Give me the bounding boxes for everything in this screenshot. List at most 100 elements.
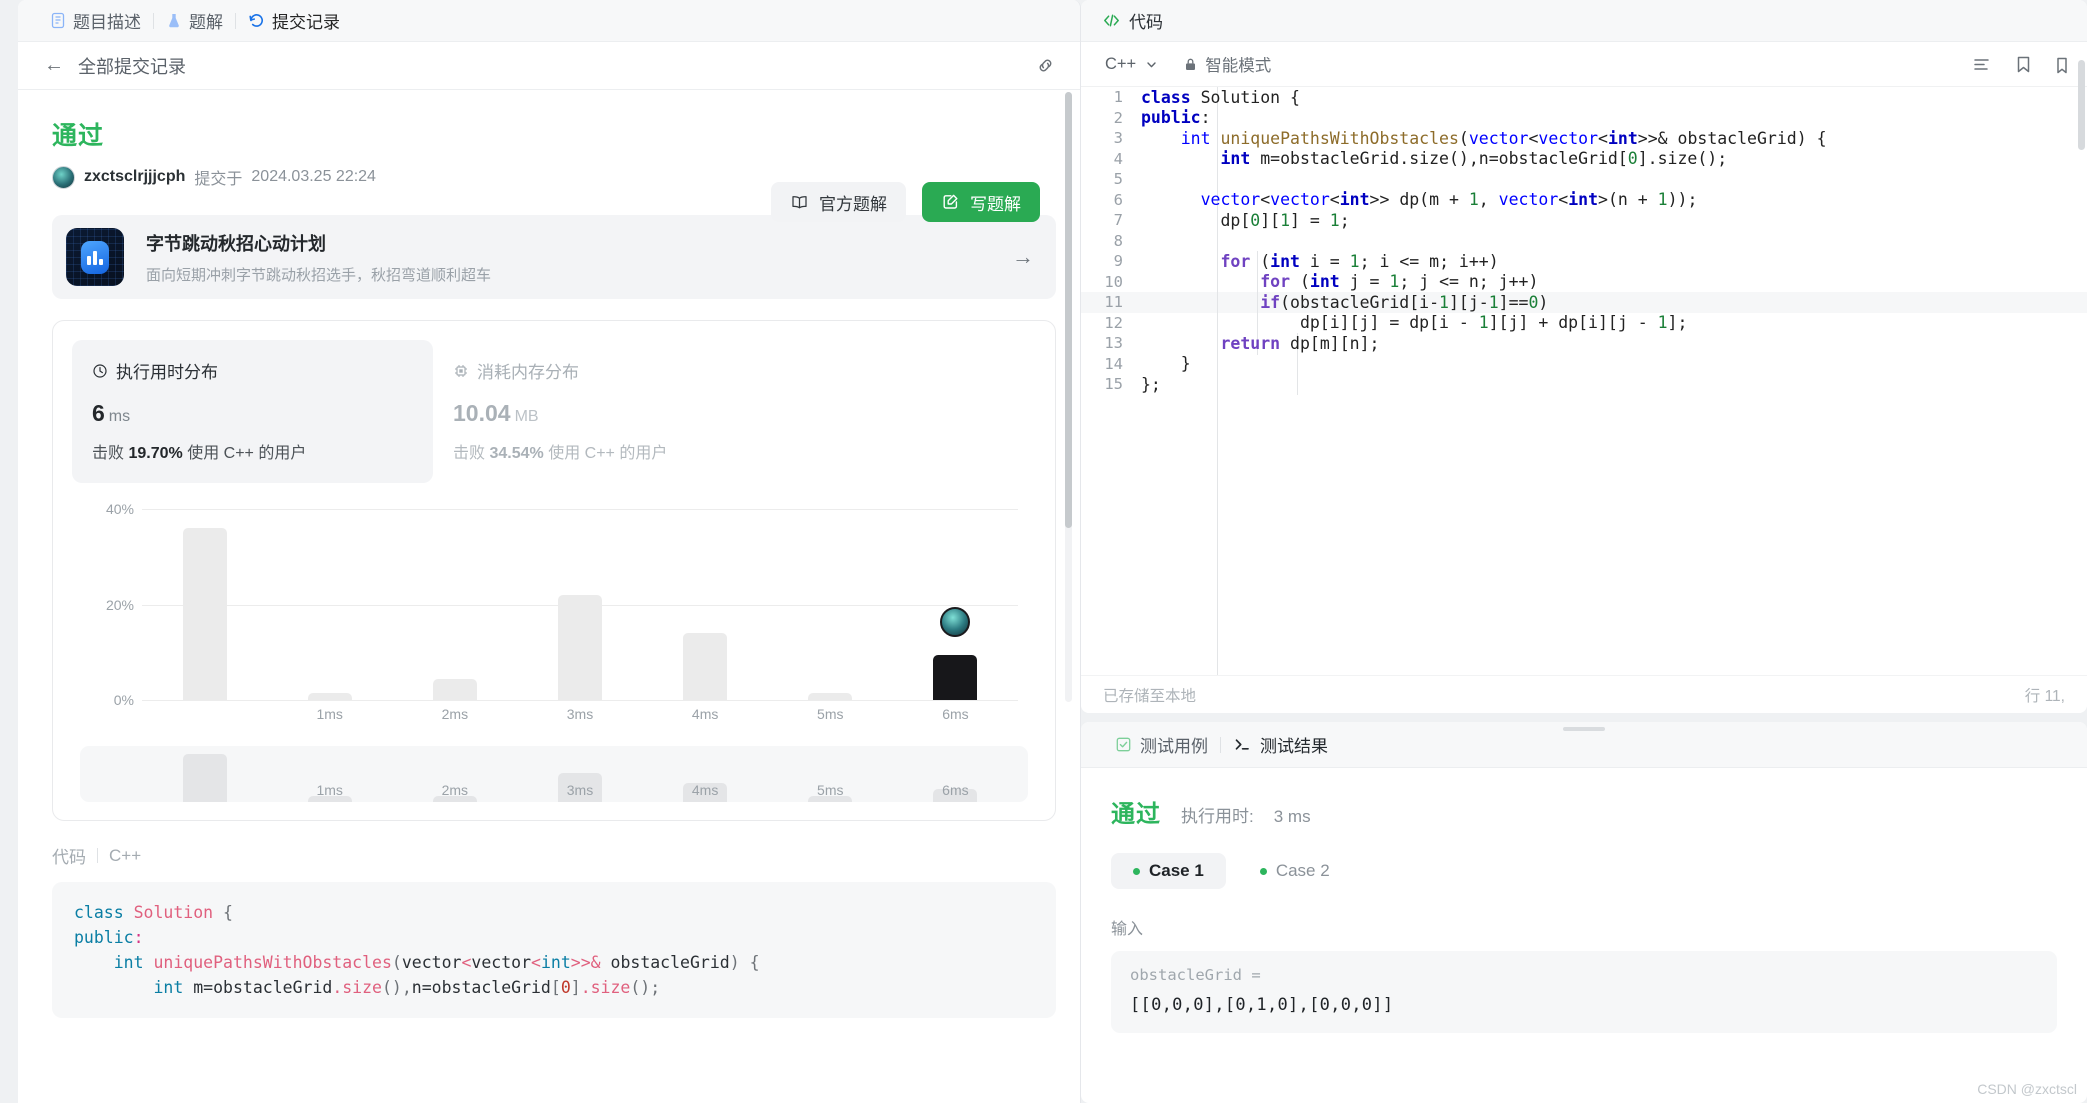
runtime-stat-title: 执行用时分布 <box>116 363 218 382</box>
tab-solutions[interactable]: 题解 <box>154 8 235 33</box>
memory-unit: MB <box>514 408 539 425</box>
editor-line[interactable]: 12 dp[i][j] = dp[i - 1][j] + dp[i][j - 1… <box>1081 313 2087 334</box>
tab-label: 测试结果 <box>1260 737 1328 756</box>
chart-bar[interactable] <box>557 594 602 700</box>
code-token: int <box>1180 128 1221 148</box>
editor-line-content[interactable]: int m=obstacleGrid.size(),n=obstacleGrid… <box>1141 149 1727 168</box>
chart-bar[interactable] <box>432 678 477 700</box>
case-tab-1[interactable]: Case 1 <box>1111 853 1226 889</box>
bookmark-icon[interactable] <box>2014 54 2033 75</box>
editor-line[interactable]: 14 } <box>1081 354 2087 375</box>
editor-line[interactable]: 13 return dp[m][n]; <box>1081 333 2087 354</box>
editor-line[interactable]: 7 dp[0][1] = 1; <box>1081 210 2087 231</box>
link-icon[interactable] <box>1035 55 1056 76</box>
code-token: vector <box>1270 190 1330 210</box>
code-line: public: <box>74 925 1034 950</box>
editor-line[interactable]: 10 for (int j = 1; j <= n; j++) <box>1081 272 2087 293</box>
code-editor[interactable]: 1 class Solution {2 public: 3 int uniquePat… <box>1081 87 2087 675</box>
case-tab-2[interactable]: Case 2 <box>1238 853 1352 889</box>
editor-line-content[interactable]: vector<vector<int>> dp(m + 1, vector<int… <box>1141 190 1698 210</box>
code-token: ( <box>1458 128 1469 148</box>
smart-mode-toggle[interactable]: 智能模式 <box>1184 52 1271 76</box>
arrow-right-icon[interactable]: → <box>1012 244 1034 270</box>
editor-line-content[interactable]: if(obstacleGrid[i-1][j-1]==0) <box>1141 293 1548 312</box>
chart-x-tick-label: 1ms <box>316 706 343 722</box>
editor-line-content[interactable]: return dp[m][n]; <box>1141 334 1379 353</box>
chart-x-tick-label: 3ms <box>566 706 594 722</box>
code-token: m=obstacleGrid.size(),n=obstacleGrid[ <box>1260 149 1628 169</box>
chart-y-tick-label: 20% <box>105 596 134 613</box>
editor-line[interactable]: 15}; <box>1081 374 2087 395</box>
runtime-stat-box[interactable]: 执行用时分布 6 ms 击败 19.70% 使用 C++ 的用户 <box>72 340 433 483</box>
chart-minimap-scrubber[interactable]: 1ms 2ms 3ms 4ms 5ms 6ms <box>80 746 1028 802</box>
code-token: (), <box>381 978 412 998</box>
editor-line-content[interactable]: int uniquePathsWithObstacles(vector<vect… <box>1141 129 1827 148</box>
input-value-box[interactable]: obstacleGrid = [[0,0,0],[0,1,0],[0,0,0]] <box>1111 951 2057 1033</box>
history-icon <box>248 12 265 29</box>
code-token: ( <box>391 953 402 973</box>
minimap-bar[interactable] <box>182 754 227 802</box>
language-selector[interactable]: C++ <box>1105 55 1158 74</box>
editor-line-content[interactable]: public: <box>1141 108 1211 127</box>
submission-username[interactable]: zxctsclrjjjcph <box>84 168 185 186</box>
editor-line-content[interactable]: } <box>1141 354 1191 373</box>
tab-test-results[interactable]: 测试结果 <box>1221 732 1340 757</box>
editor-line[interactable]: 6 vector<vector<int>> dp(m + 1, vector<i… <box>1081 190 2087 211</box>
language-value: C++ <box>1105 54 1137 73</box>
tab-problem-description[interactable]: 题目描述 <box>38 8 153 33</box>
tab-test-cases[interactable]: 测试用例 <box>1103 732 1220 757</box>
code-panel-title: 代码 <box>1129 13 1163 32</box>
editor-line[interactable]: 11 if(obstacleGrid[i-1][j-1]==0) <box>1081 292 2087 313</box>
code-token: >>& <box>1637 128 1678 148</box>
memory-stat-title: 消耗内存分布 <box>477 363 579 382</box>
editor-line-content[interactable]: }; <box>1141 375 1161 394</box>
editor-line[interactable]: 1 class Solution { <box>1081 87 2087 108</box>
chart-bar[interactable] <box>307 692 352 700</box>
chart-bar-slot <box>142 509 267 700</box>
promo-text: 字节跳动秋招心动计划 面向短期冲刺字节跳动秋招选手，秋招弯道顺利超车 <box>146 230 1012 285</box>
runtime-stat-header: 执行用时分布 <box>92 358 413 383</box>
chart-bar[interactable] <box>683 633 728 700</box>
editor-line[interactable]: 8 <box>1081 231 2087 252</box>
submitted-code-block[interactable]: class Solution {public: int uniquePathsW… <box>52 882 1056 1019</box>
button-label: 官方题解 <box>819 194 887 214</box>
panel-resize-handle[interactable] <box>1563 727 1605 731</box>
scrollbar-thumb[interactable] <box>1065 92 1072 528</box>
chart-gridline <box>142 700 1018 701</box>
tab-submissions[interactable]: 提交记录 <box>236 8 352 33</box>
editor-line[interactable]: 9 for (int i = 1; i <= m; i++) <box>1081 251 2087 272</box>
promo-banner[interactable]: 字节跳动秋招心动计划 面向短期冲刺字节跳动秋招选手，秋招弯道顺利超车 → <box>52 215 1056 299</box>
editor-line-content[interactable]: for (int j = 1; j <= n; j++) <box>1141 272 1538 291</box>
stats-tabs: 执行用时分布 6 ms 击败 19.70% 使用 C++ 的用户 消耗内存分布 … <box>72 340 1036 483</box>
write-solution-button[interactable]: 写题解 <box>922 182 1040 222</box>
chip-icon <box>453 363 469 379</box>
editor-line-content[interactable]: for (int i = 1; i <= m; i++) <box>1141 251 1498 271</box>
editor-line-number: 7 <box>1113 211 1123 230</box>
editor-line-content[interactable]: class Solution { <box>1141 88 1300 107</box>
more-icon[interactable] <box>2055 55 2069 74</box>
format-icon[interactable] <box>1971 55 1992 74</box>
code-token: 1 <box>1349 251 1360 271</box>
editor-line[interactable]: 2 public: <box>1081 108 2087 129</box>
chart-bar-slot <box>768 509 893 700</box>
editor-line[interactable]: 3 int uniquePathsWithObstacles(vector<ve… <box>1081 128 2087 149</box>
editor-line-content[interactable]: dp[i][j] = dp[i - 1][j] + dp[i][j - 1]; <box>1141 313 1687 332</box>
official-solution-button[interactable]: 官方题解 <box>771 182 906 222</box>
editor-panel: 代码 C++ 智能模式 1 class Solution {2 public:… <box>1081 0 2087 1103</box>
back-to-all-submissions[interactable]: ← 全部提交记录 <box>44 53 186 79</box>
code-token: dp[m][n]; <box>1280 333 1380 353</box>
memory-stat-box[interactable]: 消耗内存分布 10.04 MB 击败 34.54% 使用 C++ 的用户 <box>433 340 794 483</box>
code-token: ] = <box>1290 210 1330 230</box>
editor-line-number: 6 <box>1113 190 1123 209</box>
runtime-value: 6 ms <box>92 400 413 427</box>
problem-tabs: 题目描述 题解 提交记录 <box>18 0 1080 42</box>
editor-line[interactable]: 4 int m=obstacleGrid.size(),n=obstacleGr… <box>1081 149 2087 170</box>
editor-line-content[interactable]: dp[0][1] = 1; <box>1141 210 1349 230</box>
editor-scrollbar-thumb[interactable] <box>2078 60 2085 150</box>
editor-line[interactable]: 5 <box>1081 169 2087 190</box>
chart-bar[interactable] <box>808 692 853 700</box>
chart-bar[interactable] <box>182 528 227 700</box>
button-label: 写题解 <box>970 194 1021 214</box>
chart-bar[interactable] <box>933 654 978 700</box>
